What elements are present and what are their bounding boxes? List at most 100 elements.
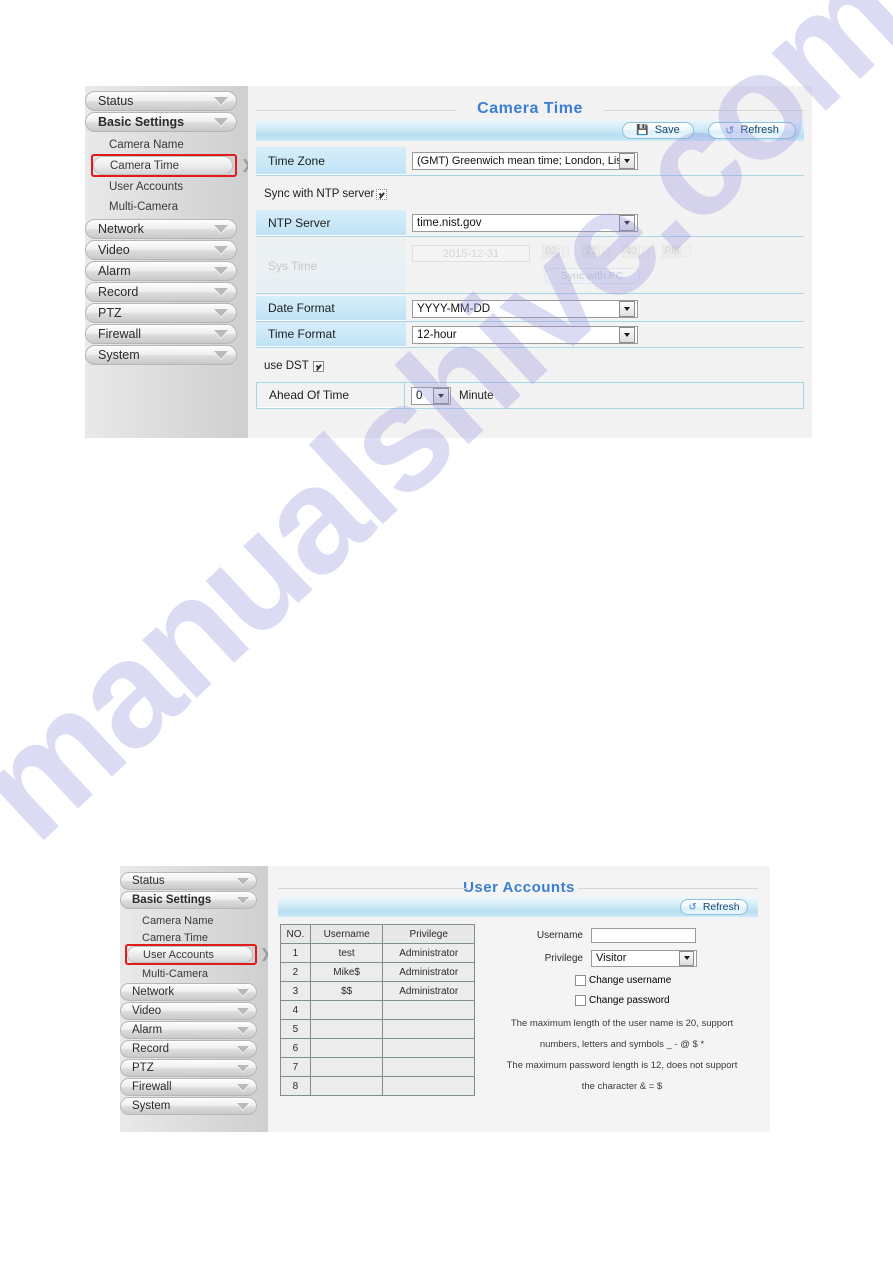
sidebar-group-system[interactable]: System [85, 345, 237, 365]
system-time-date-input[interactable]: 2015-12-31 [412, 245, 530, 262]
sidebar-item-camera-time[interactable]: Camera Time [127, 929, 253, 946]
time-format-select[interactable]: 12-hour [412, 325, 638, 344]
sidebar-group-record[interactable]: Record [85, 282, 237, 302]
sidebar-group-ptz[interactable]: PTZ [120, 1059, 257, 1077]
sync-with-pc-button[interactable]: Sync with PC [544, 268, 640, 284]
time-zone-select[interactable]: (GMT) Greenwich mean time; London, Lisbo… [412, 152, 638, 170]
sidebar-item-multi-camera[interactable]: Multi-Camera [127, 965, 253, 982]
table-row[interactable]: 3 $$ Administrator [280, 981, 475, 1001]
camera-time-main: Camera Time 💾 Save ↺ Refresh Time Zone (… [248, 86, 812, 438]
sidebar-group-system[interactable]: System [120, 1097, 257, 1115]
sidebar-item-camera-name[interactable]: Camera Name [93, 136, 233, 154]
chevron-down-icon [237, 1083, 249, 1091]
system-time-minute-spinner[interactable]: 21 [582, 245, 609, 258]
table-row[interactable]: 7 [280, 1057, 475, 1077]
spinner-arrows-icon[interactable] [602, 246, 609, 257]
sidebar-group-video[interactable]: Video [85, 240, 237, 260]
ahead-of-time-select[interactable]: 0 [411, 386, 451, 405]
sidebar-group-firewall[interactable]: Firewall [120, 1078, 257, 1096]
chevron-down-icon[interactable] [619, 215, 635, 231]
ntp-server-label-cell: NTP Server [256, 210, 406, 236]
cell-privilege [382, 1000, 475, 1020]
change-password-checkbox[interactable] [575, 994, 586, 1006]
system-time-hour-value: 02 [542, 245, 560, 258]
chevron-down-icon[interactable] [679, 950, 694, 966]
cell-username [309, 1000, 384, 1020]
sidebar-group-basic-settings[interactable]: Basic Settings [85, 112, 237, 132]
sidebar-group-label: Firewall [98, 327, 142, 341]
help-text-line-2: numbers, letters and symbols _ - @ $ * [539, 1039, 705, 1050]
refresh-button[interactable]: ↺ Refresh [708, 121, 796, 139]
sync-ntp-checkbox[interactable] [376, 188, 388, 200]
chevron-down-icon [214, 309, 228, 317]
sync-ntp-label: Sync with NTP server [264, 188, 375, 200]
cell-username: $$ [309, 981, 384, 1001]
system-time-label-cell: Sys Time [256, 239, 406, 293]
change-username-checkbox[interactable] [575, 974, 586, 986]
sidebar-group-label: Network [98, 222, 144, 236]
chevron-down-icon [237, 896, 249, 904]
ahead-of-time-label: Ahead Of Time [269, 388, 350, 402]
date-format-label-cell: Date Format [256, 296, 406, 321]
sidebar-item-multi-camera[interactable]: Multi-Camera [93, 198, 233, 216]
sidebar-group-status[interactable]: Status [85, 91, 237, 111]
sidebar-group-network[interactable]: Network [120, 983, 257, 1001]
save-button[interactable]: 💾 Save [622, 121, 694, 139]
spinner-arrows-icon[interactable] [562, 246, 569, 257]
privilege-form-line: Privilege Visitor [483, 946, 761, 970]
sidebar-group-status[interactable]: Status [120, 872, 257, 890]
system-time-second-spinner[interactable]: 40 [622, 245, 649, 258]
date-format-select[interactable]: YYYY-MM-DD [412, 299, 638, 318]
sidebar-item-user-accounts[interactable]: User Accounts [127, 946, 253, 963]
chevron-down-icon[interactable] [619, 300, 635, 317]
sidebar-group-label: Video [132, 1005, 162, 1017]
title-divider-left [256, 110, 456, 111]
system-time-row-underline [256, 293, 804, 294]
table-row[interactable]: 6 [280, 1038, 475, 1058]
sidebar-item-label: Multi-Camera [109, 201, 179, 213]
cell-username: test [309, 943, 384, 963]
spinner-arrows-icon[interactable] [684, 246, 691, 257]
username-input[interactable] [591, 927, 696, 943]
table-row[interactable]: 5 [280, 1019, 475, 1039]
cell-no: 6 [280, 1038, 311, 1058]
spinner-arrows-icon[interactable] [642, 246, 649, 257]
table-row[interactable]: 2 Mike$ Administrator [280, 962, 475, 982]
table-row[interactable]: 4 [280, 1000, 475, 1020]
sidebar-group-video[interactable]: Video [120, 1002, 257, 1020]
sidebar-group-ptz[interactable]: PTZ [85, 303, 237, 323]
sidebar-group-label: System [132, 1100, 171, 1112]
date-format-row: Date Format YYYY-MM-DD [256, 296, 804, 321]
sidebar-item-camera-name[interactable]: Camera Name [127, 912, 253, 929]
ahead-of-time-unit: Minute [459, 389, 494, 402]
sidebar-group-basic-settings[interactable]: Basic Settings [120, 891, 257, 909]
use-dst-checkbox[interactable] [312, 360, 324, 372]
sidebar-item-camera-time[interactable]: Camera Time [93, 156, 233, 175]
chevron-down-icon [237, 988, 249, 996]
chevron-down-icon [237, 877, 249, 885]
page-title: Camera Time [477, 100, 583, 117]
privilege-select[interactable]: Visitor [591, 949, 697, 967]
chevron-down-icon[interactable] [433, 387, 449, 404]
chevron-down-icon [214, 246, 228, 254]
sidebar-group-label: Alarm [132, 1024, 163, 1036]
table-row[interactable]: 8 [280, 1076, 475, 1096]
ntp-server-field-cell: time.nist.gov [406, 210, 804, 236]
sidebar-group-firewall[interactable]: Firewall [85, 324, 237, 344]
sidebar-group-alarm[interactable]: Alarm [120, 1021, 257, 1039]
table-row[interactable]: 1 test Administrator [280, 943, 475, 963]
user-accounts-toolbar: ↺ Refresh [278, 897, 758, 917]
sidebar-group-alarm[interactable]: Alarm [85, 261, 237, 281]
cell-privilege: Administrator [382, 962, 475, 982]
refresh-button[interactable]: ↺ Refresh [680, 899, 748, 915]
sidebar-group-record[interactable]: Record [120, 1040, 257, 1058]
ntp-server-select[interactable]: time.nist.gov [412, 214, 638, 232]
chevron-down-icon[interactable] [619, 153, 635, 169]
chevron-down-icon[interactable] [619, 326, 635, 343]
sidebar-item-user-accounts[interactable]: User Accounts [93, 178, 233, 196]
system-time-hour-spinner[interactable]: 02 [542, 245, 569, 258]
system-time-ampm-spinner[interactable]: PM [662, 245, 691, 258]
cell-no: 4 [280, 1000, 311, 1020]
user-accounts-screenshot: Status Basic Settings Camera Name Camera… [120, 866, 770, 1132]
sidebar-group-network[interactable]: Network [85, 219, 237, 239]
